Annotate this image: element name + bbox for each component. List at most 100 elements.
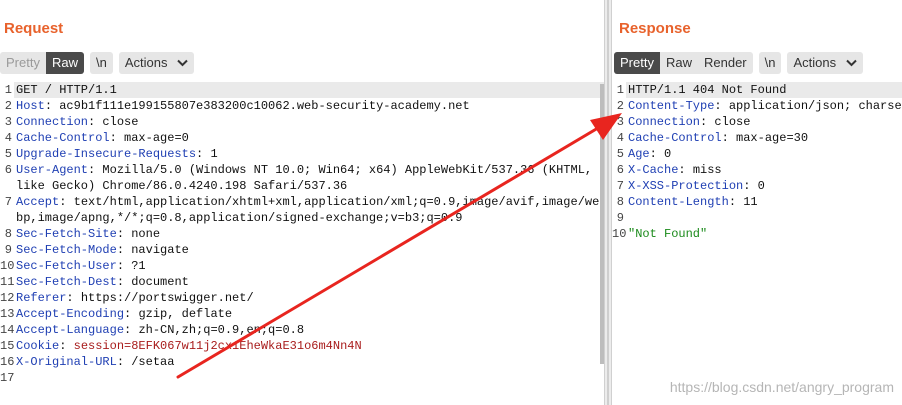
line-number: 1 bbox=[616, 83, 624, 97]
request-line: 2 Host: ac9b1f111e199155807e383200c10062.… bbox=[0, 98, 604, 114]
line-number: 16 bbox=[0, 355, 15, 369]
line-content: Accept-Encoding: gzip, deflate bbox=[14, 306, 604, 322]
request-line: 13 Accept-Encoding: gzip, deflate bbox=[0, 306, 604, 322]
header-value: ?1 bbox=[131, 259, 146, 273]
header-name: X-Original-URL bbox=[16, 355, 117, 369]
response-line: 6 X-Cache: miss bbox=[612, 162, 902, 178]
response-line: 8 Content-Length: 11 bbox=[612, 194, 902, 210]
response-line: 7 X-XSS-Protection: 0 bbox=[612, 178, 902, 194]
request-newline-toggle[interactable]: \n bbox=[89, 52, 113, 74]
request-pane: Request Pretty Raw \n Actions 1 GET / HTT… bbox=[0, 0, 604, 405]
response-line: 1 HTTP/1.1 404 Not Found bbox=[612, 82, 902, 98]
request-line: 6 User-Agent: Mozilla/5.0 (Windows NT 10.… bbox=[0, 162, 604, 194]
header-value: ac9b1f111e199155807e383200c10062.web-sec… bbox=[59, 99, 470, 113]
header-value: close bbox=[714, 115, 751, 129]
line-content: X-Original-URL: /setaa bbox=[14, 354, 604, 370]
header-name: Sec-Fetch-Dest bbox=[16, 275, 117, 289]
request-view-toggle: Pretty Raw bbox=[0, 52, 84, 74]
response-editor[interactable]: 1 HTTP/1.1 404 Not Found 2 Content-Type: ap… bbox=[612, 82, 902, 405]
line-content: Cache-Control: max-age=30 bbox=[626, 130, 902, 146]
header-value: 1 bbox=[210, 147, 218, 161]
request-line: 11 Sec-Fetch-Dest: document bbox=[0, 274, 604, 290]
line-number: 6 bbox=[4, 163, 12, 177]
header-name: X-XSS-Protection bbox=[628, 179, 744, 193]
response-render-tab[interactable]: Render bbox=[697, 52, 753, 74]
header-value: 11 bbox=[743, 195, 758, 209]
line-number: 17 bbox=[0, 371, 15, 385]
request-raw-tab[interactable]: Raw bbox=[45, 52, 84, 74]
line-number: 10 bbox=[612, 227, 627, 241]
header-separator: : bbox=[721, 131, 737, 145]
header-value: 0 bbox=[757, 179, 765, 193]
line-text: GET / HTTP/1.1 bbox=[16, 83, 117, 97]
line-content: User-Agent: Mozilla/5.0 (Windows NT 10.0… bbox=[14, 162, 604, 194]
line-content: HTTP/1.1 404 Not Found bbox=[626, 82, 902, 98]
pane-divider[interactable] bbox=[604, 0, 612, 405]
line-number: 14 bbox=[0, 323, 15, 337]
chevron-down-icon bbox=[846, 52, 857, 74]
response-line: 2 Content-Type: application/json; charset bbox=[612, 98, 902, 114]
header-value: document bbox=[131, 275, 189, 289]
response-newline-toggle[interactable]: \n bbox=[758, 52, 782, 74]
header-name: Sec-Fetch-Site bbox=[16, 227, 117, 241]
request-line: 4 Cache-Control: max-age=0 bbox=[0, 130, 604, 146]
line-content: Sec-Fetch-Mode: navigate bbox=[14, 242, 604, 258]
header-separator: : bbox=[88, 163, 103, 177]
response-pretty-tab[interactable]: Pretty bbox=[614, 52, 660, 74]
response-actions-button[interactable]: Actions bbox=[787, 52, 863, 74]
header-name: Accept-Encoding bbox=[16, 307, 125, 321]
header-separator: : bbox=[66, 291, 81, 305]
request-line: 8 Sec-Fetch-Site: none bbox=[0, 226, 604, 242]
header-value: https://portswigger.net/ bbox=[80, 291, 254, 305]
header-name: Cache-Control bbox=[16, 131, 110, 145]
header-separator: : bbox=[116, 243, 132, 257]
header-name: X-Cache bbox=[628, 163, 679, 177]
header-separator: : bbox=[714, 99, 729, 113]
line-content: Sec-Fetch-Site: none bbox=[14, 226, 604, 242]
header-name: Connection bbox=[16, 115, 89, 129]
line-number: 2 bbox=[4, 99, 12, 113]
line-number: 2 bbox=[616, 99, 624, 113]
line-content: Accept-Language: zh-CN,zh;q=0.9,en;q=0.8 bbox=[14, 322, 604, 338]
header-value: max-age=30 bbox=[736, 131, 809, 145]
line-number: 3 bbox=[616, 115, 624, 129]
header-name: Connection bbox=[628, 115, 701, 129]
line-number: 8 bbox=[4, 227, 12, 241]
line-text: "Not Found" bbox=[628, 227, 708, 241]
header-name: Upgrade-Insecure-Requests bbox=[16, 147, 197, 161]
response-raw-tab[interactable]: Raw bbox=[659, 52, 698, 74]
header-separator: : bbox=[116, 227, 132, 241]
request-editor[interactable]: 1 GET / HTTP/1.1 2 Host: ac9b1f111e19915580… bbox=[0, 82, 604, 405]
request-line: 1 GET / HTTP/1.1 bbox=[0, 82, 604, 98]
request-actions-button[interactable]: Actions bbox=[118, 52, 195, 74]
request-pretty-tab[interactable]: Pretty bbox=[0, 52, 46, 74]
line-content: Content-Type: application/json; charset bbox=[626, 98, 902, 114]
header-separator: : bbox=[743, 179, 758, 193]
line-number: 10 bbox=[0, 259, 15, 273]
header-value: 0 bbox=[664, 147, 672, 161]
line-number: 5 bbox=[4, 147, 12, 161]
line-content: Host: ac9b1f111e199155807e383200c10062.w… bbox=[14, 98, 604, 114]
line-number: 4 bbox=[4, 131, 12, 145]
line-number: 1 bbox=[4, 83, 12, 97]
header-value: session=8EFK067w11j2cx1EheWkaE31o6m4Nn4N bbox=[73, 339, 362, 353]
header-name: Referer bbox=[16, 291, 67, 305]
line-number: 11 bbox=[0, 275, 15, 289]
line-content: Sec-Fetch-User: ?1 bbox=[14, 258, 604, 274]
header-separator: : bbox=[728, 195, 744, 209]
response-pane: Response Pretty Raw Render \n Actions 1H… bbox=[612, 0, 902, 405]
header-name: Content-Type bbox=[628, 99, 715, 113]
header-name: Sec-Fetch-Mode bbox=[16, 243, 117, 257]
line-number: 3 bbox=[4, 115, 12, 129]
response-toolbar: Pretty Raw Render \n Actions bbox=[614, 52, 869, 74]
header-value: close bbox=[102, 115, 139, 129]
line-content: Content-Length: 11 bbox=[626, 194, 902, 210]
header-value: gzip, deflate bbox=[138, 307, 233, 321]
header-name: User-Agent bbox=[16, 163, 89, 177]
header-value: zh-CN,zh;q=0.9,en;q=0.8 bbox=[138, 323, 305, 337]
request-toolbar: Pretty Raw \n Actions bbox=[0, 52, 200, 74]
response-line: 9 bbox=[612, 210, 902, 226]
header-name: Accept-Language bbox=[16, 323, 125, 337]
header-separator: : bbox=[44, 99, 60, 113]
line-number: 9 bbox=[4, 243, 12, 257]
